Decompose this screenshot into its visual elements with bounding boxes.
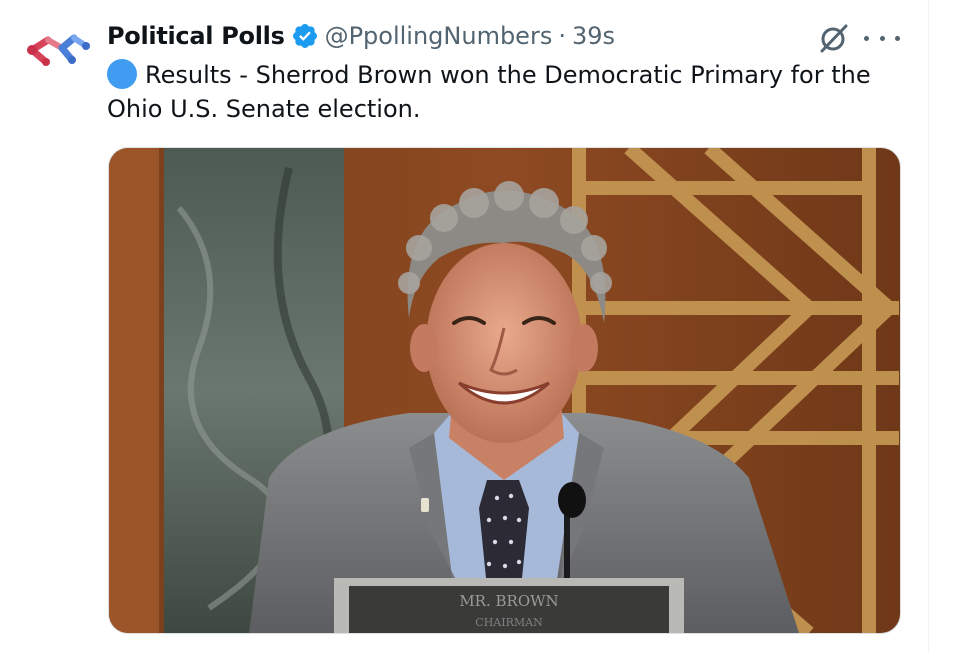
nameplate-text-1: MR. BROWN (459, 592, 558, 610)
more-dot (864, 35, 869, 41)
tweet-media-photo[interactable]: MR. BROWN CHAIRMAN (108, 147, 901, 634)
tweet-text-line-2: Ohio U.S. Senate election. (107, 95, 421, 123)
more-dot (879, 35, 885, 41)
political-polls-logo (27, 34, 90, 66)
tweet-header: Political Polls @PpollingNumbers · 39s (107, 19, 615, 53)
user-handle[interactable]: @PpollingNumbers (325, 22, 553, 50)
more-options-icon[interactable] (864, 22, 900, 54)
timestamp[interactable]: 39s (572, 22, 615, 50)
account-avatar[interactable] (24, 26, 94, 76)
tweet-text-line-1: Results - Sherrod Brown won the Democrat… (145, 61, 871, 89)
tweet-text: Results - Sherrod Brown won the Democrat… (107, 58, 907, 126)
photo-illustration: MR. BROWN CHAIRMAN (109, 148, 900, 633)
more-dot (895, 35, 900, 41)
blue-circle-emoji-icon (107, 59, 137, 89)
nameplate-text-2: CHAIRMAN (475, 616, 543, 629)
display-name[interactable]: Political Polls (107, 22, 285, 50)
timeline-divider (928, 0, 929, 653)
verified-badge-icon[interactable] (291, 22, 319, 50)
header-separator: · (558, 22, 566, 50)
grok-icon[interactable] (818, 22, 850, 54)
